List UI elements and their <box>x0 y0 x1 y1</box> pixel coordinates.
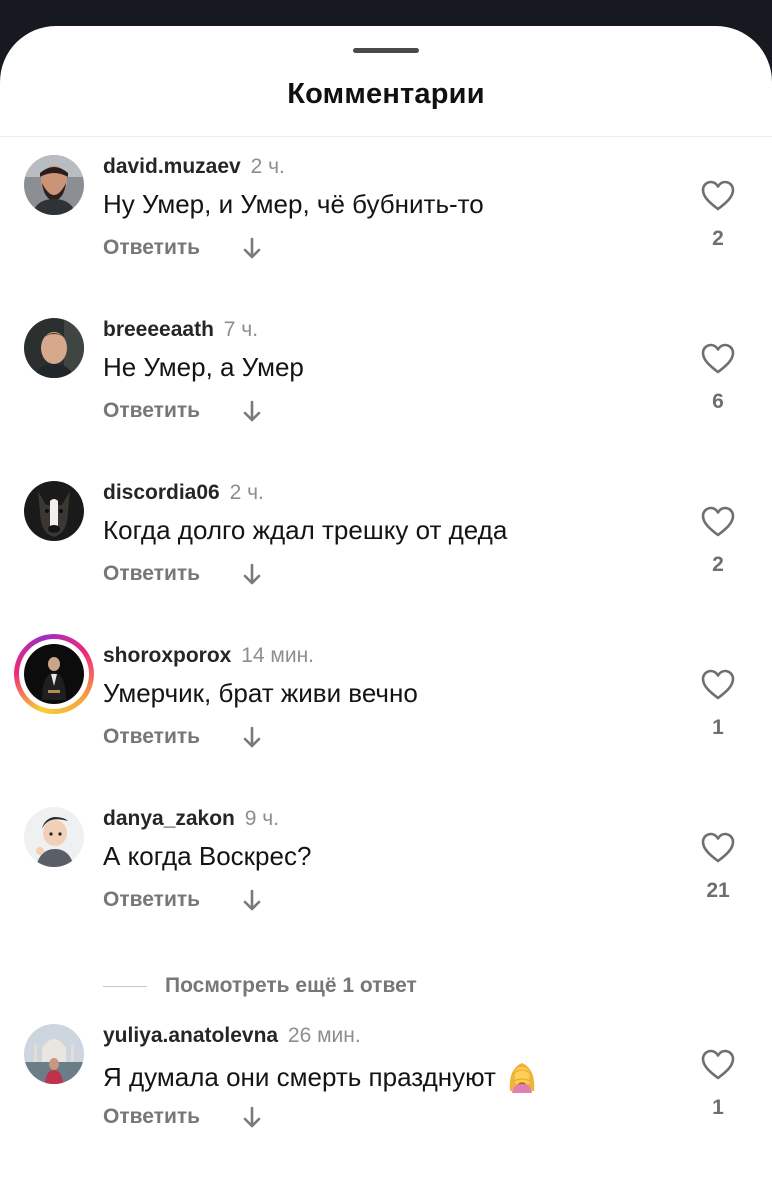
view-more-replies-button[interactable]: Посмотреть ещё 1 ответ <box>103 974 417 1002</box>
dog-photo-icon <box>24 481 84 541</box>
arrow-down-icon[interactable] <box>241 399 263 425</box>
like-count: 1 <box>712 716 724 739</box>
comment-meta: yuliya.anatolevna 26 мин. <box>103 1024 361 1048</box>
comment-time: 2 ч. <box>250 155 285 178</box>
comment-username[interactable]: david.muzaev <box>103 155 241 178</box>
reply-button[interactable]: Ответить <box>103 561 200 587</box>
comment-username[interactable]: discordia06 <box>103 481 220 504</box>
comment-item: discordia06 2 ч. Когда долго ждал трешку… <box>0 481 772 601</box>
comment-meta: discordia06 2 ч. <box>103 481 264 505</box>
avatar[interactable] <box>24 1024 84 1084</box>
heart-icon[interactable] <box>700 179 736 213</box>
comment-item: shoroxporox 14 мин. Умерчик, брат живи в… <box>0 634 772 764</box>
reply-button[interactable]: Ответить <box>103 235 200 261</box>
comment-item: danya_zakon 9 ч. А когда Воскрес? Ответи… <box>0 807 772 927</box>
arrow-down-icon[interactable] <box>241 562 263 588</box>
avatar[interactable] <box>24 807 84 867</box>
reply-button[interactable]: Ответить <box>103 887 200 913</box>
avatar[interactable] <box>24 155 84 215</box>
comment-time: 14 мин. <box>241 644 314 667</box>
comment-meta: david.muzaev 2 ч. <box>103 155 285 179</box>
comment-text-content: Я думала они смерть празднуют <box>103 1062 496 1092</box>
comment-time: 2 ч. <box>229 481 264 504</box>
like-count: 6 <box>712 390 724 413</box>
reply-button[interactable]: Ответить <box>103 724 200 750</box>
comment-text: Не Умер, а Умер <box>103 352 304 382</box>
man-portrait-photo-icon <box>24 318 84 378</box>
arrow-down-icon[interactable] <box>241 888 263 914</box>
comment-meta: breeeeaath 7 ч. <box>103 318 258 342</box>
comments-sheet: Комментарии david.muzaev 2 ч. Ну Умер, и… <box>0 26 772 1187</box>
sheet-title: Комментарии <box>287 78 485 110</box>
comment-username[interactable]: yuliya.anatolevna <box>103 1024 278 1047</box>
man-in-suit-photo-icon <box>24 644 84 704</box>
arrow-down-icon[interactable] <box>241 725 263 751</box>
reply-button[interactable]: Ответить <box>103 398 200 424</box>
avatar[interactable] <box>24 644 84 704</box>
like-count: 2 <box>712 227 724 250</box>
comment-item: david.muzaev 2 ч. Ну Умер, и Умер, чё бу… <box>0 155 772 275</box>
comment-text: Ну Умер, и Умер, чё бубнить-то <box>103 189 484 219</box>
woman-at-taj-mahal-photo-icon <box>24 1024 84 1084</box>
woman-facepalming-emoji-icon <box>509 1063 535 1093</box>
comment-meta: shoroxporox 14 мин. <box>103 644 314 668</box>
comment-text: Я думала они смерть празднуют <box>103 1057 540 1093</box>
like-count: 2 <box>712 553 724 576</box>
comment-username[interactable]: shoroxporox <box>103 644 231 667</box>
cartoon-avatar-icon <box>24 807 84 867</box>
comment-time: 26 мин. <box>287 1024 361 1047</box>
avatar[interactable] <box>24 318 84 378</box>
comment-text: А когда Воскрес? <box>103 841 312 871</box>
view-more-replies-label[interactable]: Посмотреть ещё 1 ответ <box>165 974 417 997</box>
arrow-down-icon[interactable] <box>241 236 263 262</box>
comment-text: Когда долго ждал трешку от деда <box>103 515 508 545</box>
like-count: 21 <box>706 879 730 902</box>
avatar[interactable] <box>24 481 84 541</box>
arrow-down-icon[interactable] <box>241 1105 263 1131</box>
comment-item: yuliya.anatolevna 26 мин. Я думала они с… <box>0 1024 772 1144</box>
heart-icon[interactable] <box>700 1048 736 1082</box>
comment-time: 9 ч. <box>244 807 280 830</box>
heart-icon[interactable] <box>700 342 736 376</box>
comment-username[interactable]: breeeeaath <box>103 318 214 341</box>
bearded-man-photo-icon <box>24 155 84 215</box>
comment-time: 7 ч. <box>223 318 259 341</box>
replies-divider <box>103 985 147 987</box>
story-ring[interactable] <box>14 634 94 714</box>
comment-username[interactable]: danya_zakon <box>103 807 235 830</box>
title-divider <box>0 136 772 137</box>
comment-meta: danya_zakon 9 ч. <box>103 807 279 831</box>
like-count: 1 <box>712 1096 724 1119</box>
heart-icon[interactable] <box>700 831 736 865</box>
heart-icon[interactable] <box>700 668 736 702</box>
reply-button[interactable]: Ответить <box>103 1104 200 1130</box>
comment-item: breeeeaath 7 ч. Не Умер, а Умер Ответить… <box>0 318 772 438</box>
heart-icon[interactable] <box>700 505 736 539</box>
comment-text: Умерчик, брат живи вечно <box>103 678 418 708</box>
sheet-drag-handle[interactable] <box>353 48 419 53</box>
